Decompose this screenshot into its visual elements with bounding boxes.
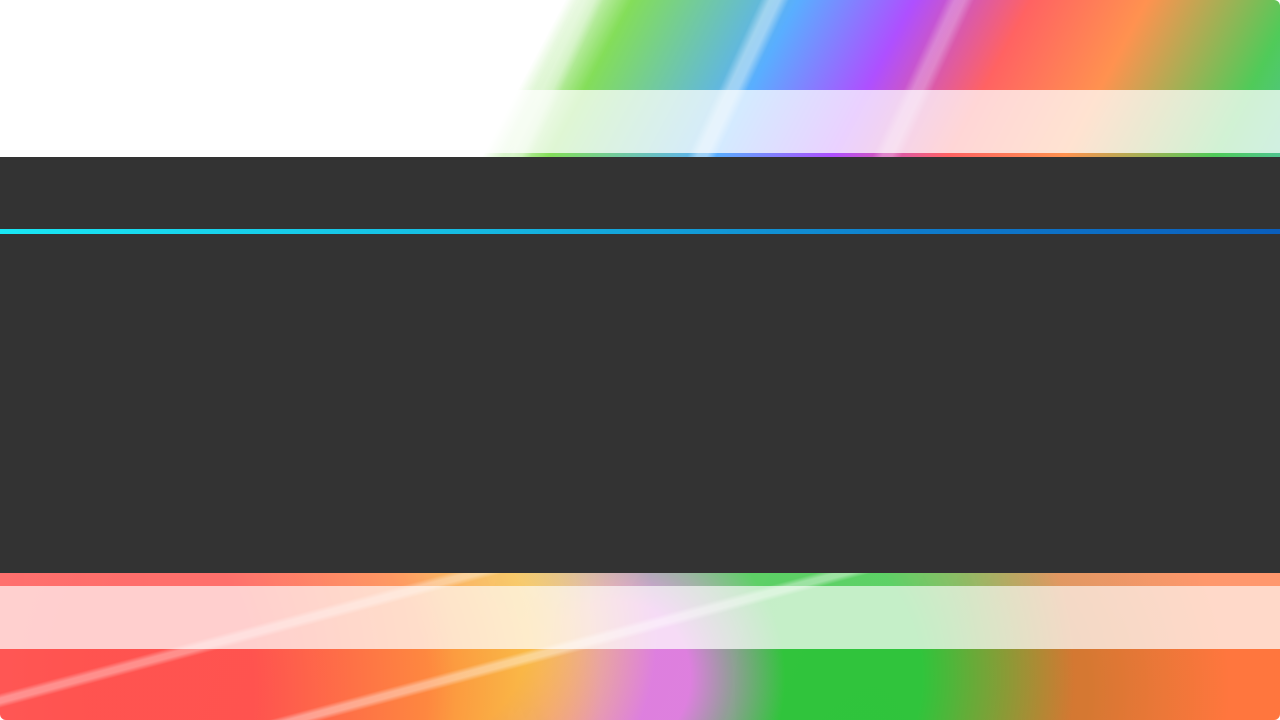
top-left-window-area [0, 0, 430, 160]
main-content-panel [0, 157, 1280, 573]
accent-divider [0, 229, 1280, 234]
desktop-screen [0, 0, 1280, 720]
